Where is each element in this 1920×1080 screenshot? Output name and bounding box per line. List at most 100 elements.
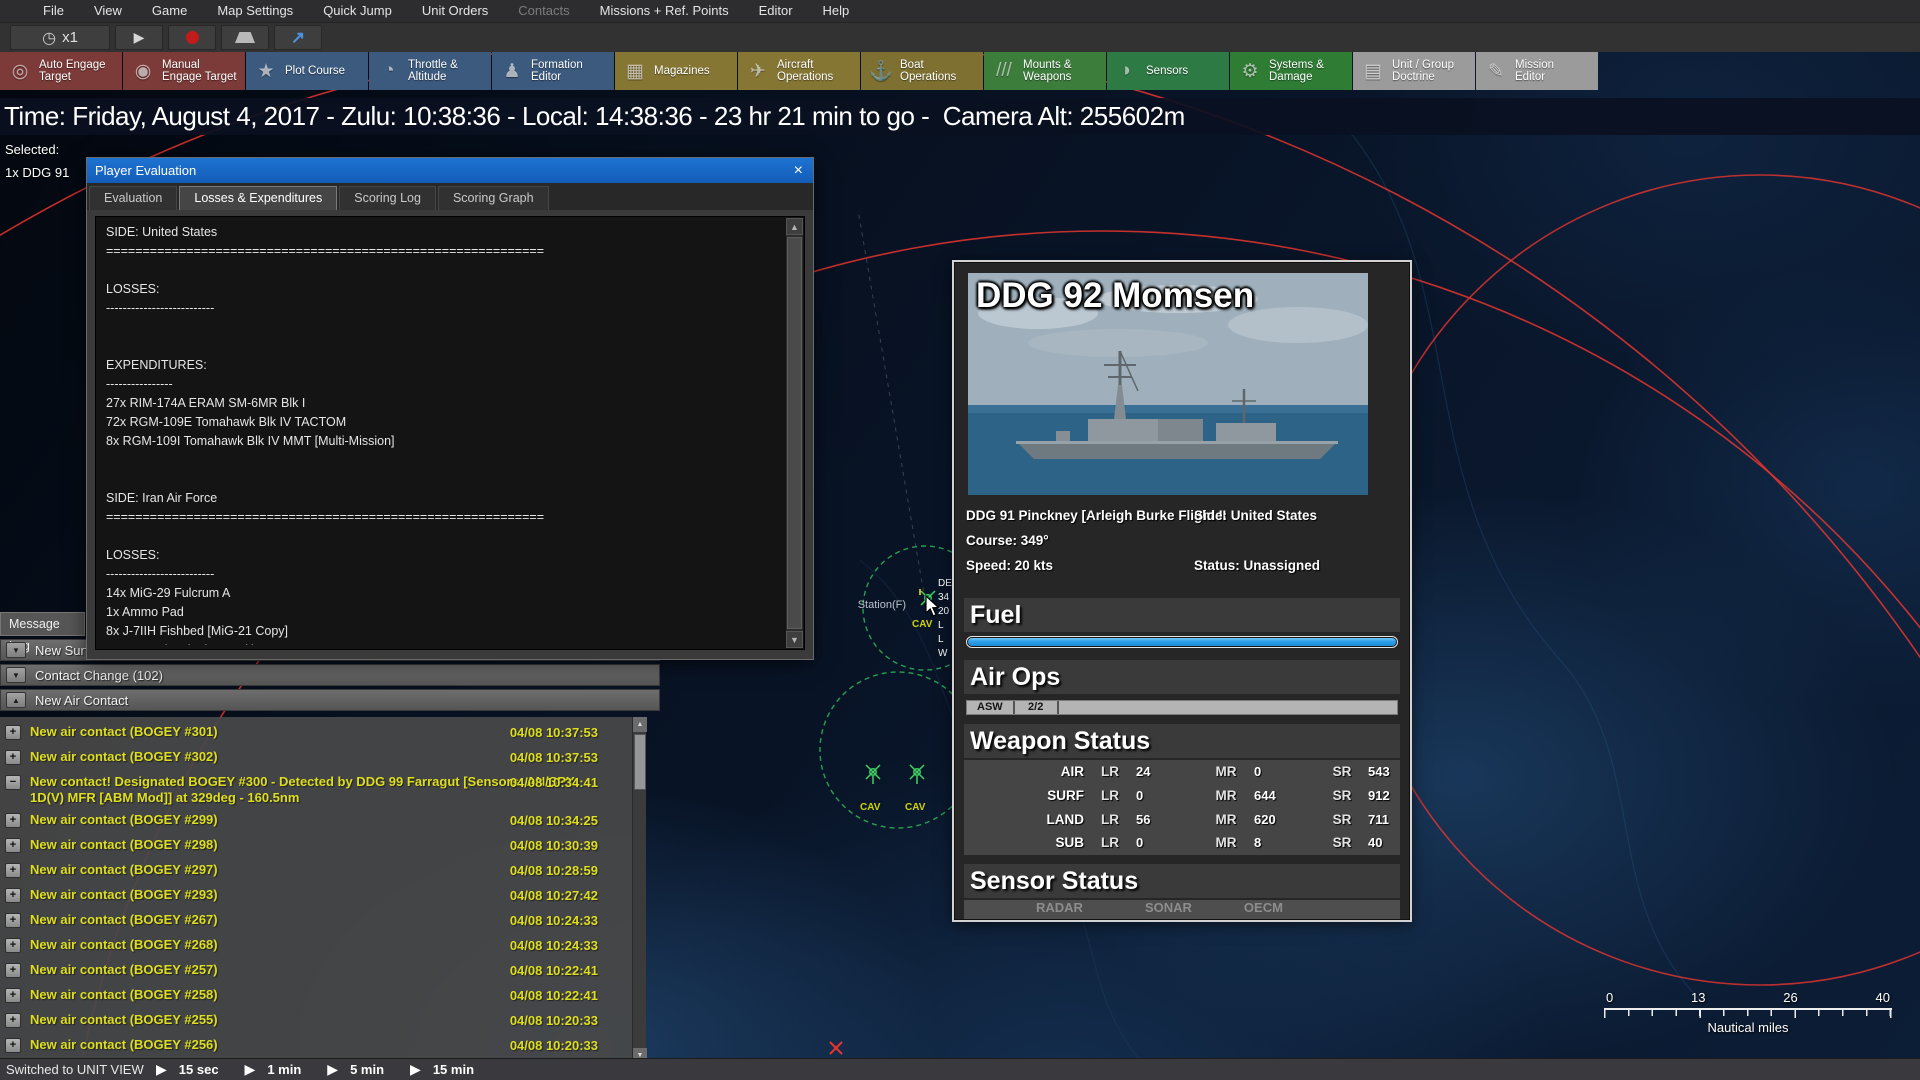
air-ops-cell[interactable]: 2/2: [1015, 701, 1059, 714]
dialog-tab[interactable]: Evaluation: [89, 186, 178, 210]
sensor-label[interactable]: RADAR: [1036, 900, 1083, 919]
clock-icon: ◷: [42, 29, 57, 47]
expand-toggle-button[interactable]: +: [5, 863, 21, 878]
col-label-sr: SR: [1332, 788, 1352, 804]
toolbar-button[interactable]: ◉ Manual Engage Target: [123, 52, 245, 90]
expand-toggle-button[interactable]: +: [5, 888, 21, 903]
time-step-button[interactable]: ▶ 15 min: [410, 1061, 474, 1078]
toolbar-button[interactable]: ◎ Auto Engage Target: [0, 52, 122, 90]
dialog-titlebar[interactable]: Player Evaluation ×: [87, 158, 813, 183]
expand-toggle-button[interactable]: +: [5, 813, 21, 828]
weapon-count-sr: 912: [1368, 788, 1390, 804]
scroll-up-icon[interactable]: ▲: [633, 717, 647, 732]
menu-item[interactable]: Game: [137, 0, 202, 22]
expand-toggle-button[interactable]: +: [5, 963, 21, 978]
menu-item[interactable]: View: [79, 0, 137, 22]
screenshot-button[interactable]: [221, 25, 269, 50]
col-label-lr: LR: [1101, 835, 1119, 851]
step-arrow-icon: ▶: [156, 1061, 167, 1077]
expand-toggle-button[interactable]: +: [5, 988, 21, 1003]
app-window: CAV CAV CAV Station(F) DE 34 20 L L W Fi…: [0, 0, 1920, 1080]
sensor-label[interactable]: OECM: [1244, 900, 1283, 919]
unit-label: CAV: [912, 619, 933, 630]
sensor-status-header: Sensor Status: [964, 864, 1400, 898]
toolbar-button[interactable]: ⚙ Systems & Damage: [1230, 52, 1352, 90]
toolbar-button[interactable]: ▤ Unit / Group Doctrine: [1353, 52, 1475, 90]
message-timestamp: 04/08 10:28:59: [509, 863, 598, 878]
plot-course-icon: ★: [257, 60, 275, 82]
sensor-label[interactable]: SONAR: [1145, 900, 1192, 919]
col-label-sr: SR: [1332, 835, 1352, 851]
helicopter-unit-icon[interactable]: [865, 764, 881, 784]
toolbar-button[interactable]: ⚓ Boat Operations: [861, 52, 983, 90]
reference-point-marker[interactable]: [829, 1041, 843, 1055]
expand-toggle-button[interactable]: +: [5, 938, 21, 953]
scrollbar-thumb[interactable]: [787, 237, 802, 629]
message-group-row[interactable]: ▲ New Air Contact: [0, 689, 660, 711]
time-text: Time: Friday, August 4, 2017 - Zulu: 10:…: [4, 101, 1185, 131]
message-entries-list: + New air contact (BOGEY #301) 04/08 10:…: [0, 717, 647, 1063]
expand-toggle-button[interactable]: −: [5, 775, 21, 790]
air-ops-cell[interactable]: ASW: [967, 701, 1015, 714]
group-collapse-arrow-icon[interactable]: ▲: [6, 692, 26, 708]
message-timestamp: 04/08 10:20:33: [509, 1038, 598, 1053]
toolbar-button[interactable]: ▦ Magazines: [615, 52, 737, 90]
expand-toggle-button[interactable]: +: [5, 1013, 21, 1028]
air-ops-bar[interactable]: ASW 2/2: [966, 700, 1398, 715]
scroll-up-icon[interactable]: ▲: [786, 218, 803, 235]
toolbar-button[interactable]: ✈ Aircraft Operations: [738, 52, 860, 90]
toolbar-button[interactable]: ♟ Formation Editor: [492, 52, 614, 90]
time-step-button[interactable]: ▶ 1 min: [245, 1061, 302, 1078]
jump-to-unit-button[interactable]: ↗: [274, 25, 322, 50]
play-button[interactable]: ▶: [115, 25, 163, 50]
time-step-button[interactable]: ▶ 5 min: [327, 1061, 384, 1078]
menu-item[interactable]: Unit Orders: [407, 0, 503, 22]
close-icon[interactable]: ×: [784, 162, 813, 180]
time-step-button[interactable]: ▶ 15 sec: [156, 1061, 219, 1078]
scrollbar-thumb[interactable]: [634, 734, 646, 790]
weapon-category: LAND: [1046, 811, 1085, 827]
expand-toggle-button[interactable]: +: [5, 913, 21, 928]
expand-toggle-button[interactable]: +: [5, 1038, 21, 1053]
helicopter-unit-icon[interactable]: [909, 764, 925, 784]
menu-item[interactable]: File: [28, 0, 79, 22]
fuel-gauge: [966, 636, 1398, 648]
dialog-tab[interactable]: Scoring Graph: [437, 186, 549, 210]
message-log-scrollbar[interactable]: ▲ ▼: [632, 717, 647, 1063]
message-log-tab[interactable]: Message Log: [0, 612, 85, 653]
playback-toolbar: ◷ x1 ▶ ↗: [0, 22, 1920, 52]
menu-item[interactable]: Missions + Ref. Points: [585, 0, 744, 22]
weapon-count-mr: 644: [1254, 788, 1276, 804]
toolbar-button[interactable]: ★ Plot Course: [246, 52, 368, 90]
toolbar-button[interactable]: ◔ Throttle & Altitude: [369, 52, 491, 90]
dialog-scrollbar[interactable]: ▲ ▼: [786, 218, 803, 648]
menu-bar: File View Game Map Settings Quick Jump Unit O…: [0, 0, 1920, 22]
menu-item[interactable]: Help: [808, 0, 865, 22]
time-compression-button[interactable]: ◷ x1: [10, 25, 110, 50]
scale-ruler: [1604, 1008, 1892, 1018]
menu-item[interactable]: Contacts: [503, 0, 584, 22]
selected-label: Selected:: [5, 142, 60, 157]
menu-item[interactable]: Quick Jump: [308, 0, 407, 22]
expand-toggle-button[interactable]: +: [5, 838, 21, 853]
message-group-row[interactable]: ▼ Contact Change (102): [0, 664, 660, 686]
expand-toggle-button[interactable]: +: [5, 725, 21, 740]
svg-text:DE: DE: [938, 578, 952, 589]
message-log-panel: Message Log ▼ New Surfac ▼ Contact Chang…: [0, 612, 660, 1063]
toolbar-button[interactable]: ◗ Sensors: [1107, 52, 1229, 90]
scroll-down-icon[interactable]: ▼: [786, 631, 803, 648]
record-button[interactable]: [168, 25, 216, 50]
dialog-tab[interactable]: Scoring Log: [339, 186, 436, 210]
magazines-icon: ▦: [626, 60, 644, 82]
menu-item[interactable]: Map Settings: [202, 0, 308, 22]
dialog-tab[interactable]: Losses & Expenditures: [179, 186, 338, 210]
message-log-entry: + New air contact (BOGEY #256) 04/08 10:…: [0, 1034, 646, 1059]
group-collapse-arrow-icon[interactable]: ▼: [6, 667, 26, 683]
toolbar-button[interactable]: /// Mounts & Weapons: [984, 52, 1106, 90]
message-timestamp: 04/08 10:24:33: [509, 938, 598, 953]
expand-toggle-button[interactable]: +: [5, 750, 21, 765]
toolbar-button[interactable]: ✎ Mission Editor: [1476, 52, 1598, 90]
unit-speed: Speed: 20 kts: [966, 558, 1054, 573]
group-collapse-arrow-icon[interactable]: ▼: [6, 642, 26, 658]
menu-item[interactable]: Editor: [744, 0, 808, 22]
